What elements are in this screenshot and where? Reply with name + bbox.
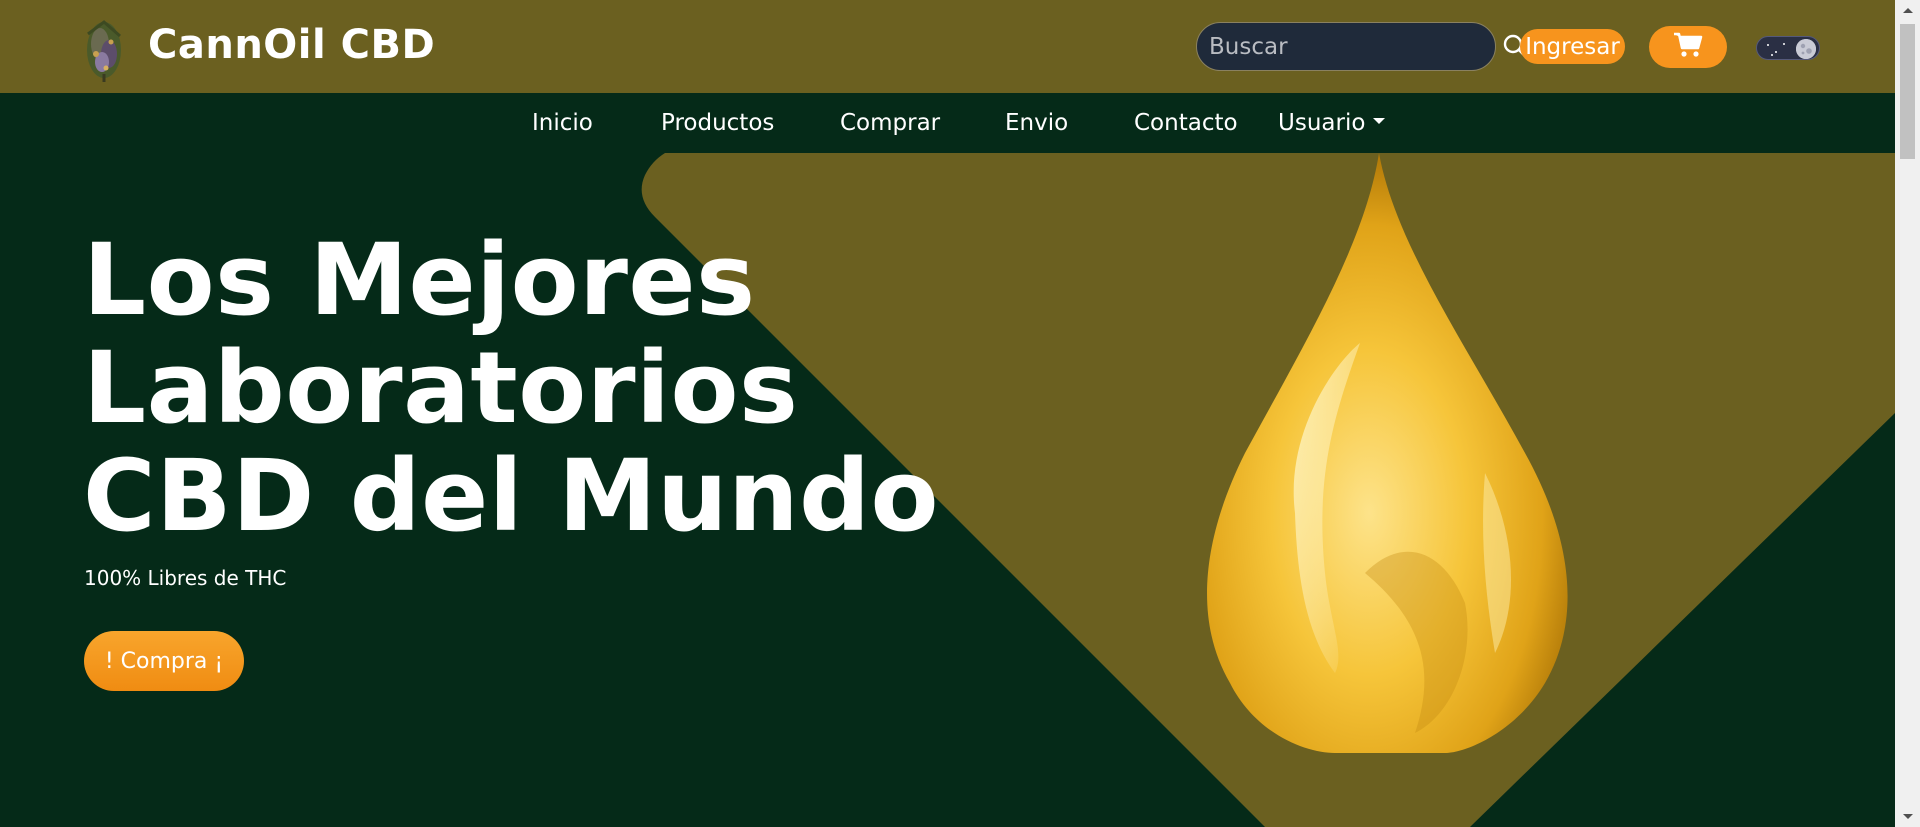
nav-usuario-label: Usuario xyxy=(1278,110,1366,136)
headline-line: Los Mejores xyxy=(83,223,756,338)
nav-envio[interactable]: Envio xyxy=(1005,110,1068,136)
hero-section: Los Mejores Laboratorios CBD del Mundo 1… xyxy=(0,153,1895,827)
cannabis-bud-icon xyxy=(78,14,130,82)
nav-comprar[interactable]: Comprar xyxy=(840,110,940,136)
hero-headline: Los Mejores Laboratorios CBD del Mundo xyxy=(83,227,939,551)
headline-line: CBD del Mundo xyxy=(83,439,940,554)
page-scrollbar[interactable] xyxy=(1895,0,1920,827)
brand-name: CannOil CBD xyxy=(148,22,436,68)
top-header: CannOil CBD Ingresar xyxy=(0,0,1895,93)
chevron-down-icon xyxy=(1373,117,1386,124)
headline-line: Laboratorios xyxy=(83,331,799,446)
hero-subline: 100% Libres de THC xyxy=(84,566,287,590)
nav-inicio[interactable]: Inicio xyxy=(532,110,593,136)
search-bar xyxy=(1196,22,1529,71)
buy-button[interactable]: ! Compra ¡ xyxy=(84,631,244,691)
cart-button[interactable] xyxy=(1649,26,1727,68)
search-input[interactable] xyxy=(1209,33,1502,60)
cart-icon xyxy=(1673,32,1703,63)
dark-mode-toggle[interactable] xyxy=(1756,36,1820,60)
scroll-thumb[interactable] xyxy=(1900,24,1915,159)
scroll-down-icon[interactable] xyxy=(1903,814,1913,819)
brand[interactable]: CannOil CBD xyxy=(78,14,435,82)
nav-usuario-dropdown[interactable]: Usuario xyxy=(1278,110,1386,136)
main-nav: Inicio Productos Comprar Envio Contacto … xyxy=(0,93,1895,153)
moon-icon xyxy=(1796,39,1816,59)
oil-drop-icon xyxy=(1207,153,1568,753)
login-button[interactable]: Ingresar xyxy=(1520,29,1625,64)
scroll-up-icon[interactable] xyxy=(1903,8,1913,13)
nav-contacto[interactable]: Contacto xyxy=(1134,110,1238,136)
nav-productos[interactable]: Productos xyxy=(661,110,774,136)
